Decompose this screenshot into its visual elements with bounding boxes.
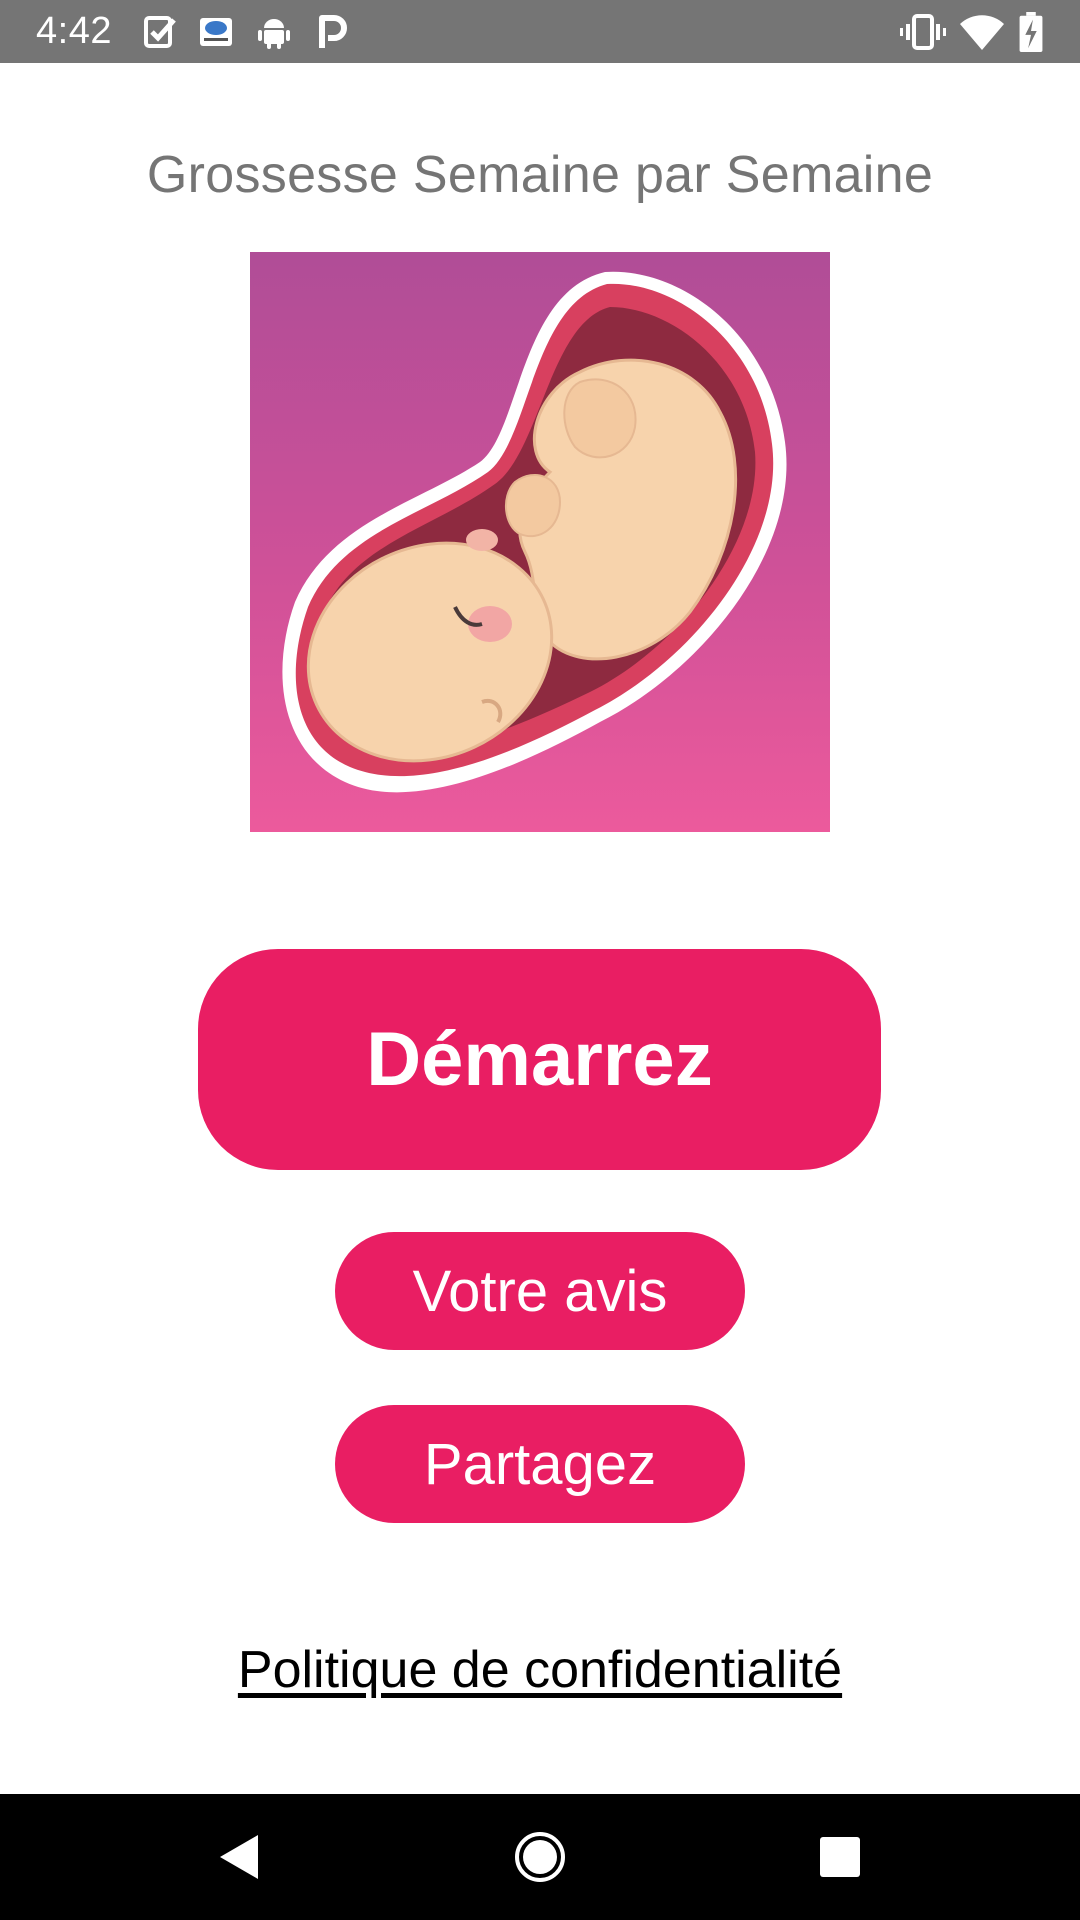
android-icon [258, 19, 290, 49]
status-time: 4:42 [36, 10, 112, 52]
status-bar: 4:42 [0, 0, 1080, 63]
feedback-button[interactable]: Votre avis [335, 1232, 745, 1350]
share-button[interactable]: Partagez [335, 1405, 745, 1523]
back-icon[interactable] [210, 1827, 270, 1887]
start-button[interactable]: Démarrez [198, 949, 881, 1170]
wifi-icon [960, 15, 1004, 50]
fetus-in-womb-image [282, 271, 787, 793]
home-icon[interactable] [510, 1827, 570, 1887]
cloud-app-icon [200, 18, 232, 46]
vibrate-icon [900, 14, 946, 50]
privacy-policy-link[interactable]: Politique de confidentialité [0, 1640, 1080, 1700]
parking-app-icon [319, 15, 347, 48]
battery-charging-icon [1019, 12, 1043, 52]
task-check-icon [144, 16, 176, 48]
fetus-illustration [250, 252, 830, 832]
navigation-bar [0, 1794, 1080, 1920]
recents-icon[interactable] [810, 1827, 870, 1887]
app-title: Grossesse Semaine par Semaine [146, 146, 934, 204]
